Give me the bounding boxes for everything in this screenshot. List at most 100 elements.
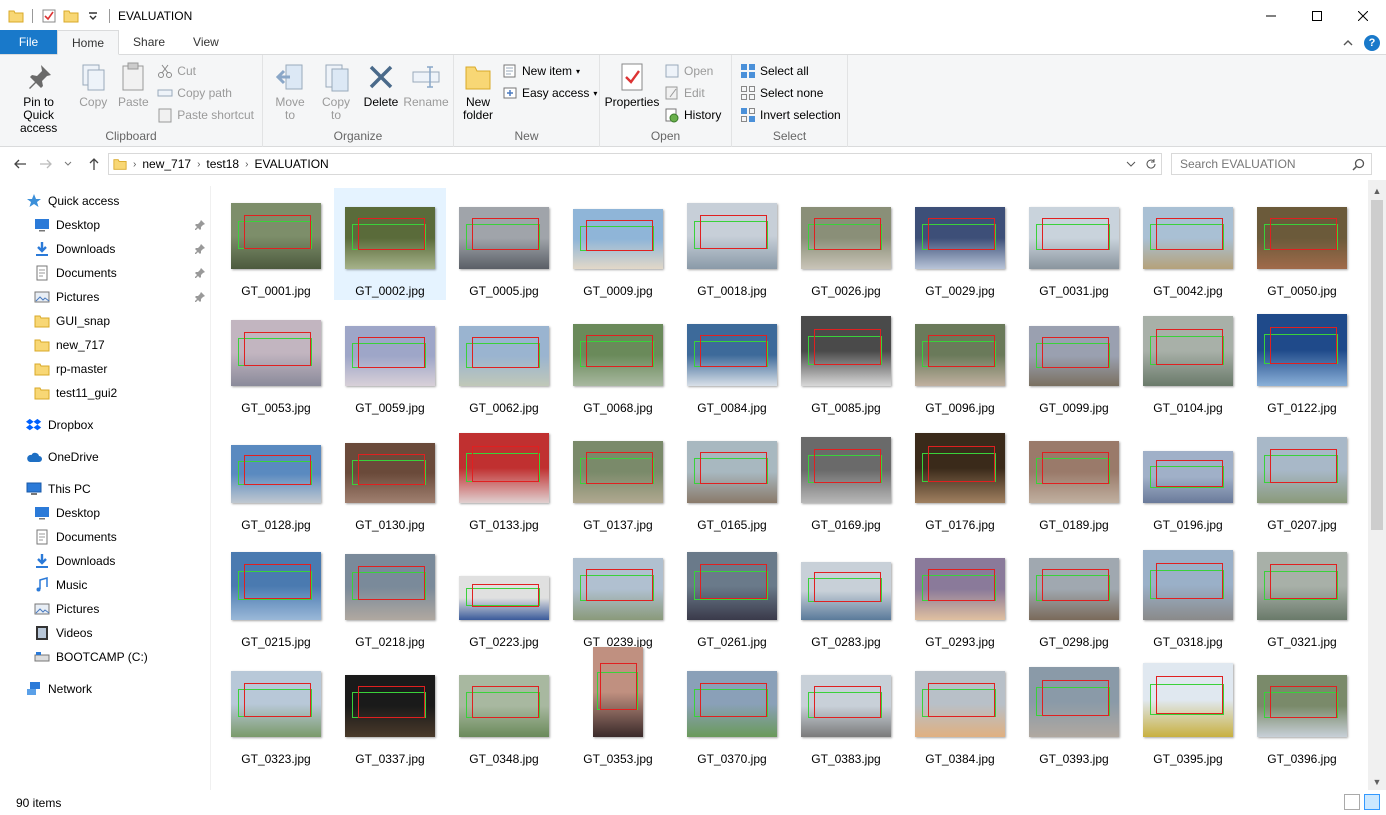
file-item[interactable]: GT_0396.jpg: [1246, 656, 1358, 768]
pin-icon[interactable]: [195, 220, 205, 230]
close-button[interactable]: [1340, 0, 1386, 31]
tab-view[interactable]: View: [179, 30, 233, 54]
nav-quick-item[interactable]: Pictures: [34, 286, 99, 308]
file-item[interactable]: GT_0085.jpg: [790, 305, 902, 417]
file-item[interactable]: GT_0018.jpg: [676, 188, 788, 300]
file-item[interactable]: GT_0189.jpg: [1018, 422, 1130, 534]
file-item[interactable]: GT_0137.jpg: [562, 422, 674, 534]
search-input[interactable]: Search EVALUATION: [1171, 153, 1372, 175]
file-item[interactable]: GT_0176.jpg: [904, 422, 1016, 534]
file-item[interactable]: GT_0169.jpg: [790, 422, 902, 534]
tab-home[interactable]: Home: [57, 30, 120, 55]
file-item[interactable]: GT_0393.jpg: [1018, 656, 1130, 768]
nav-quick-item[interactable]: GUI_snap: [34, 310, 110, 332]
breadcrumb-item[interactable]: new_717: [142, 157, 191, 171]
file-item[interactable]: GT_0323.jpg: [220, 656, 332, 768]
file-item[interactable]: GT_0223.jpg: [448, 539, 560, 651]
up-button[interactable]: [82, 152, 106, 176]
file-item[interactable]: GT_0128.jpg: [220, 422, 332, 534]
file-item[interactable]: GT_0050.jpg: [1246, 188, 1358, 300]
file-item[interactable]: GT_0029.jpg: [904, 188, 1016, 300]
easy-access-button[interactable]: Easy access ▾: [502, 83, 597, 103]
file-item[interactable]: GT_0001.jpg: [220, 188, 332, 300]
file-item[interactable]: GT_0122.jpg: [1246, 305, 1358, 417]
file-item[interactable]: GT_0099.jpg: [1018, 305, 1130, 417]
file-item[interactable]: GT_0348.jpg: [448, 656, 560, 768]
nav-this-pc[interactable]: This PC: [26, 478, 91, 500]
cut-button[interactable]: Cut: [157, 61, 254, 81]
file-item[interactable]: GT_0321.jpg: [1246, 539, 1358, 651]
file-item[interactable]: GT_0165.jpg: [676, 422, 788, 534]
file-item[interactable]: GT_0059.jpg: [334, 305, 446, 417]
nav-pc-item[interactable]: Videos: [34, 622, 92, 644]
pin-icon[interactable]: [195, 292, 205, 302]
address-dropdown-button[interactable]: [1121, 154, 1141, 174]
file-item[interactable]: GT_0384.jpg: [904, 656, 1016, 768]
chevron-up-icon[interactable]: [1342, 37, 1354, 49]
paste-shortcut-button[interactable]: Paste shortcut: [157, 105, 254, 125]
new-folder-icon[interactable]: [63, 8, 79, 24]
edit-button[interactable]: Edit: [664, 83, 721, 103]
file-item[interactable]: GT_0026.jpg: [790, 188, 902, 300]
nav-quick-item[interactable]: Downloads: [34, 238, 115, 260]
nav-quick-item[interactable]: rp-master: [34, 358, 107, 380]
pin-icon[interactable]: [195, 268, 205, 278]
nav-network[interactable]: Network: [26, 678, 92, 700]
maximize-button[interactable]: [1294, 0, 1340, 31]
file-item[interactable]: GT_0130.jpg: [334, 422, 446, 534]
nav-onedrive[interactable]: OneDrive: [26, 446, 99, 468]
forward-button[interactable]: [34, 152, 58, 176]
breadcrumb-item[interactable]: EVALUATION: [254, 157, 328, 171]
select-none-button[interactable]: Select none: [740, 83, 841, 103]
details-view-icon[interactable]: [1344, 794, 1360, 810]
file-item[interactable]: GT_0293.jpg: [904, 539, 1016, 651]
file-item[interactable]: GT_0042.jpg: [1132, 188, 1244, 300]
file-item[interactable]: GT_0218.jpg: [334, 539, 446, 651]
new-item-button[interactable]: New item ▾: [502, 61, 597, 81]
scroll-down-icon[interactable]: ▼: [1368, 773, 1386, 790]
file-item[interactable]: GT_0031.jpg: [1018, 188, 1130, 300]
file-item[interactable]: GT_0133.jpg: [448, 422, 560, 534]
chevron-down-icon[interactable]: [85, 8, 101, 24]
file-item[interactable]: GT_0239.jpg: [562, 539, 674, 651]
scroll-up-icon[interactable]: ▲: [1368, 182, 1386, 199]
large-icons-view-icon[interactable]: [1364, 794, 1380, 810]
copy-path-button[interactable]: Copy path: [157, 83, 254, 103]
nav-quick-item[interactable]: Documents: [34, 262, 117, 284]
file-item[interactable]: GT_0353.jpg: [562, 647, 674, 768]
nav-pc-item[interactable]: Downloads: [34, 550, 115, 572]
file-item[interactable]: GT_0053.jpg: [220, 305, 332, 417]
file-item[interactable]: GT_0096.jpg: [904, 305, 1016, 417]
open-button[interactable]: Open: [664, 61, 721, 81]
nav-quick-item[interactable]: Desktop: [34, 214, 100, 236]
refresh-button[interactable]: [1141, 154, 1161, 174]
back-button[interactable]: [8, 152, 32, 176]
nav-pc-item[interactable]: Documents: [34, 526, 117, 548]
file-item[interactable]: GT_0395.jpg: [1132, 656, 1244, 768]
help-icon[interactable]: ?: [1364, 35, 1380, 51]
file-item[interactable]: GT_0084.jpg: [676, 305, 788, 417]
file-item[interactable]: GT_0104.jpg: [1132, 305, 1244, 417]
nav-pc-item[interactable]: Pictures: [34, 598, 99, 620]
invert-selection-button[interactable]: Invert selection: [740, 105, 841, 125]
file-item[interactable]: GT_0261.jpg: [676, 539, 788, 651]
nav-quick-item[interactable]: test11_gui2: [34, 382, 117, 404]
file-item[interactable]: GT_0298.jpg: [1018, 539, 1130, 651]
file-item[interactable]: GT_0002.jpg: [334, 188, 446, 300]
nav-pc-item[interactable]: Desktop: [34, 502, 100, 524]
file-item[interactable]: GT_0383.jpg: [790, 656, 902, 768]
file-item[interactable]: GT_0370.jpg: [676, 656, 788, 768]
file-item[interactable]: GT_0283.jpg: [790, 539, 902, 651]
select-all-button[interactable]: Select all: [740, 61, 841, 81]
file-item[interactable]: GT_0009.jpg: [562, 188, 674, 300]
file-item[interactable]: GT_0337.jpg: [334, 656, 446, 768]
minimize-button[interactable]: [1248, 0, 1294, 31]
pin-icon[interactable]: [195, 244, 205, 254]
properties-icon[interactable]: [41, 8, 57, 24]
recent-locations-button[interactable]: [60, 152, 76, 176]
file-item[interactable]: GT_0068.jpg: [562, 305, 674, 417]
nav-quick-item[interactable]: new_717: [34, 334, 105, 356]
address-bar[interactable]: › new_717 › test18 › EVALUATION: [108, 153, 1162, 175]
nav-pc-item[interactable]: Music: [34, 574, 87, 596]
file-item[interactable]: GT_0196.jpg: [1132, 422, 1244, 534]
